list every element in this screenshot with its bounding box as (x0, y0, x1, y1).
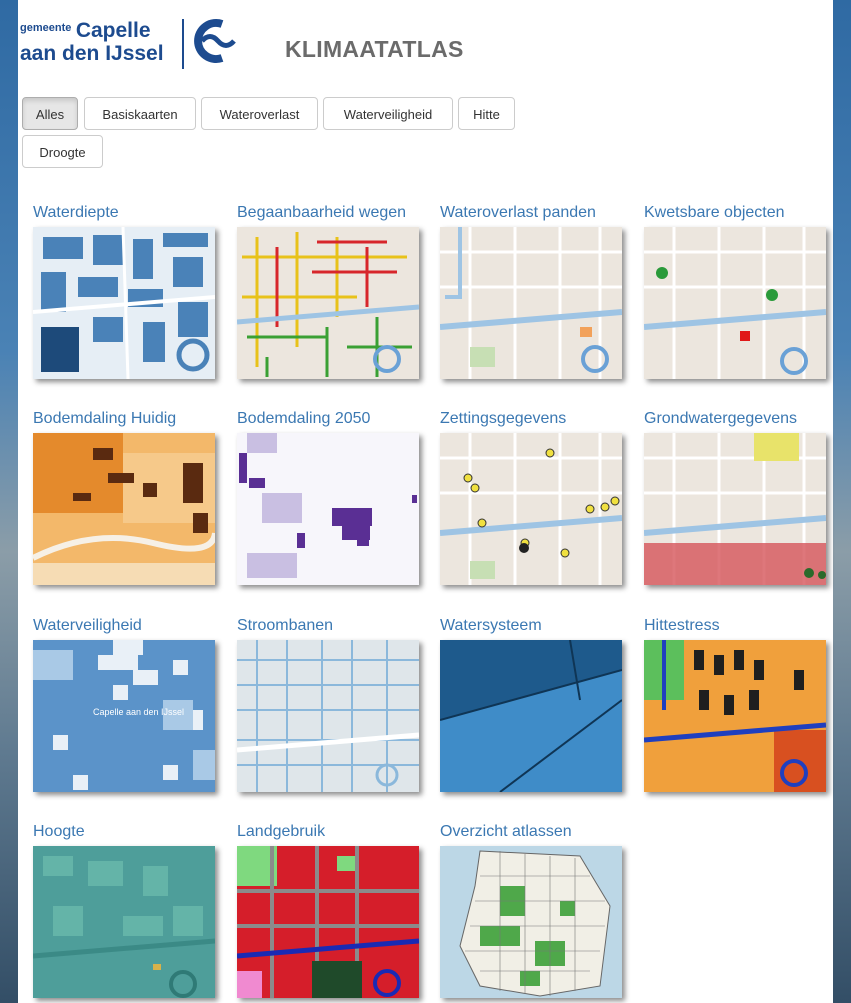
filter-droogte[interactable]: Droogte (22, 135, 103, 168)
buildings-map-thumbnail[interactable] (440, 227, 622, 379)
header: gemeente Capelle aan den IJssel KLIMAATA… (18, 14, 833, 84)
tile-label[interactable]: Landgebruik (237, 822, 437, 842)
tile-kwetsbare-objecten[interactable]: Kwetsbare objecten (644, 203, 844, 379)
tile-begaanbaarheid[interactable]: Begaanbaarheid wegen (237, 203, 437, 379)
atlas-overview-map-thumbnail[interactable] (440, 846, 622, 998)
vulnerable-objects-map-thumbnail[interactable] (644, 227, 826, 379)
tile-grondwatergegevens[interactable]: Grondwatergegevens (644, 409, 844, 585)
tile-label[interactable]: Grondwatergegevens (644, 409, 844, 429)
tile-label[interactable]: Hittestress (644, 616, 844, 636)
map-place-label: Capelle aan den IJssel (93, 707, 184, 717)
background-right (833, 0, 851, 1003)
tile-label[interactable]: Zettingsgegevens (440, 409, 640, 429)
page-title: KLIMAATATLAS (285, 36, 464, 62)
tile-watersysteem[interactable]: Watersysteem (440, 616, 640, 792)
tile-label[interactable]: Waterdiepte (33, 203, 233, 223)
tile-hittestress[interactable]: Hittestress (644, 616, 844, 792)
tile-label[interactable]: Stroombanen (237, 616, 437, 636)
tile-hoogte[interactable]: Hoogte (33, 822, 233, 998)
tile-stroombanen[interactable]: Stroombanen (237, 616, 437, 792)
elevation-map-thumbnail[interactable] (33, 846, 215, 998)
tile-waterveiligheid[interactable]: Waterveiligheid Capelle aan den IJssel (33, 616, 233, 792)
tile-label[interactable]: Kwetsbare objecten (644, 203, 844, 223)
background-left (0, 0, 18, 1003)
tile-bodemdaling-huidig[interactable]: Bodemdaling Huidig (33, 409, 233, 585)
flowpaths-map-thumbnail[interactable] (237, 640, 419, 792)
tile-label[interactable]: Bodemdaling Huidig (33, 409, 233, 429)
watersystem-map-thumbnail[interactable] (440, 640, 622, 792)
tile-label[interactable]: Begaanbaarheid wegen (237, 203, 437, 223)
tile-label[interactable]: Bodemdaling 2050 (237, 409, 437, 429)
filter-wateroverlast[interactable]: Wateroverlast (201, 97, 318, 130)
logo-divider (182, 19, 184, 69)
atlas-panel: gemeente Capelle aan den IJssel KLIMAATA… (18, 0, 833, 1003)
municipality-logo[interactable]: gemeente Capelle aan den IJssel (20, 20, 164, 64)
filter-alles[interactable]: Alles (22, 97, 78, 130)
logo-line1: Capelle (75, 19, 151, 42)
tile-label[interactable]: Overzicht atlassen (440, 822, 640, 842)
tile-label[interactable]: Wateroverlast panden (440, 203, 640, 223)
filter-waterveiligheid[interactable]: Waterveiligheid (323, 97, 453, 130)
heatstress-map-thumbnail[interactable] (644, 640, 826, 792)
capelle-logo-icon (194, 19, 236, 63)
tile-overzicht-atlassen[interactable]: Overzicht atlassen (440, 822, 640, 998)
settlement-map-thumbnail[interactable] (440, 433, 622, 585)
tile-waterdiepte[interactable]: Waterdiepte (33, 203, 233, 379)
tile-wateroverlast-panden[interactable]: Wateroverlast panden (440, 203, 640, 379)
filter-basiskaarten[interactable]: Basiskaarten (84, 97, 196, 130)
tile-bodemdaling-2050[interactable]: Bodemdaling 2050 (237, 409, 437, 585)
waterdepth-map-thumbnail[interactable] (33, 227, 215, 379)
water-safety-map-thumbnail[interactable]: Capelle aan den IJssel (33, 640, 215, 792)
subsidence-2050-map-thumbnail[interactable] (237, 433, 419, 585)
landuse-map-thumbnail[interactable] (237, 846, 419, 998)
tile-label[interactable]: Watersysteem (440, 616, 640, 636)
groundwater-map-thumbnail[interactable] (644, 433, 826, 585)
tile-landgebruik[interactable]: Landgebruik (237, 822, 437, 998)
tile-zettingsgegevens[interactable]: Zettingsgegevens (440, 409, 640, 585)
filter-hitte[interactable]: Hitte (458, 97, 515, 130)
tile-label[interactable]: Hoogte (33, 822, 233, 842)
logo-line2: aan den IJssel (20, 42, 164, 65)
roads-map-thumbnail[interactable] (237, 227, 419, 379)
logo-prefix: gemeente (20, 22, 72, 34)
subsidence-current-map-thumbnail[interactable] (33, 433, 215, 585)
tile-label[interactable]: Waterveiligheid (33, 616, 233, 636)
